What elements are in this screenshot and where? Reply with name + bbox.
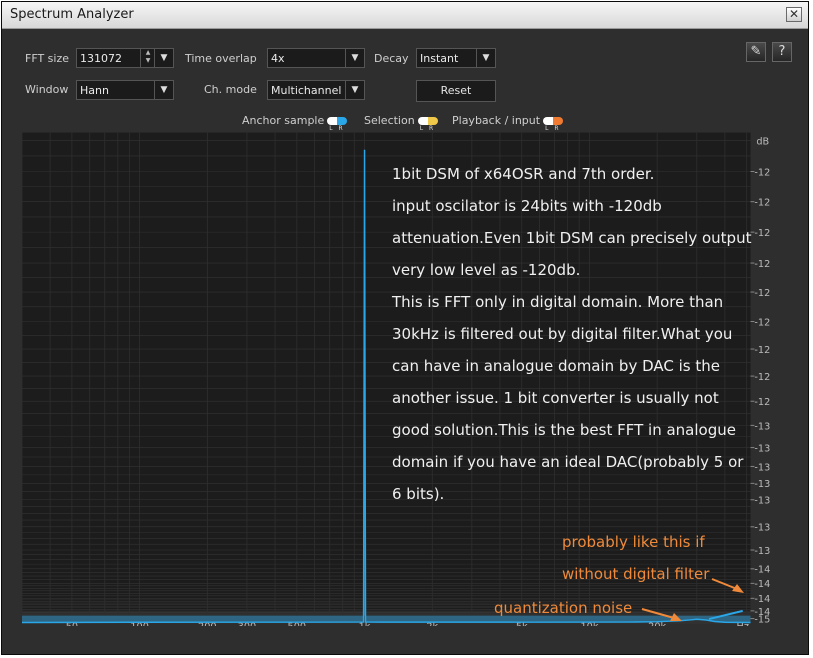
arrow-1-head	[732, 584, 744, 593]
chevron-down-icon[interactable]: ▼	[154, 81, 173, 99]
chevron-down-icon[interactable]: ▼	[154, 49, 173, 67]
window-fn-label: Window	[25, 83, 69, 96]
annotation-orange-1: probably like this if	[562, 533, 705, 551]
window-title: Spectrum Analyzer	[10, 7, 134, 22]
ch-mode-label: Ch. mode	[204, 83, 257, 96]
annotation-line: 1bit DSM of x64OSR and 7th order.	[392, 165, 655, 183]
chevron-down-icon[interactable]: ▼	[345, 49, 364, 67]
help-icon[interactable]: ?	[772, 42, 792, 62]
selection-color-swatch[interactable]: L R	[417, 117, 438, 132]
y-tick-label: -136	[754, 523, 770, 534]
decay-select[interactable]: Instant ▼	[416, 48, 496, 68]
reset-button[interactable]: Reset	[416, 80, 496, 102]
window-fn-select[interactable]: Hann ▼	[76, 80, 174, 100]
time-overlap-value: 4x	[271, 52, 285, 65]
annotation-line: good solution.This is the best FFT in an…	[392, 421, 736, 439]
annotation-text: 1bit DSM of x64OSR and 7th order. input o…	[392, 158, 772, 510]
decay-label: Decay	[374, 52, 409, 65]
arrow-2-line	[641, 608, 675, 619]
fft-size-spinner[interactable]: ▲ ▼	[140, 49, 155, 67]
annotation-line: another issue. 1 bit converter is usuall…	[392, 389, 719, 407]
y-tick-label: -138	[754, 546, 770, 557]
annotation-line: very low level as -120db.	[392, 261, 581, 279]
chevron-down-icon[interactable]: ▼	[345, 81, 364, 99]
title-bar[interactable]: Spectrum Analyzer ✕	[2, 2, 808, 29]
wrench-icon[interactable]: ✎	[746, 42, 766, 62]
legend-label: Playback / input	[452, 114, 541, 127]
annotation-line: input oscilator is 24bits with -120db	[392, 197, 662, 215]
arrow-1-line	[711, 578, 738, 590]
annotation-line: This is FFT only in digital domain. More…	[392, 293, 724, 311]
legend-playback-input[interactable]: Playback / input L R	[452, 114, 564, 132]
decay-value: Instant	[420, 52, 459, 65]
annotation-line: 6 bits).	[392, 485, 445, 503]
annotation-line: attenuation.Even 1bit DSM can precisely …	[392, 229, 752, 247]
fft-size-combo[interactable]: 131072 ▲ ▼ ▼	[76, 48, 174, 68]
legend-label: Selection	[364, 114, 415, 127]
close-icon[interactable]: ✕	[786, 7, 802, 22]
time-overlap-select[interactable]: 4x ▼	[267, 48, 365, 68]
fft-size-label: FFT size	[25, 52, 70, 65]
chevron-down-icon[interactable]: ▼	[476, 49, 495, 67]
spectrum-analyzer-window: Spectrum Analyzer ✕ FFT size 131072 ▲ ▼ ▼…	[1, 1, 809, 655]
window-fn-value: Hann	[80, 84, 109, 97]
annotation-line: 30kHz is filtered out by digital filter.…	[392, 325, 733, 343]
playback-color-swatch[interactable]: L R	[543, 117, 564, 132]
y-unit-label: dB	[756, 136, 769, 147]
annotation-line: can have in analogue domain by DAC is th…	[392, 357, 720, 375]
anchor-color-swatch[interactable]: L R	[327, 117, 348, 132]
ch-mode-select[interactable]: Multichannel ▼	[267, 80, 365, 100]
ch-mode-value: Multichannel	[271, 84, 342, 97]
annotation-line: domain if you have an ideal DAC(probably…	[392, 453, 744, 471]
legend-selection[interactable]: Selection L R	[364, 114, 438, 132]
legend-anchor-sample[interactable]: Anchor sample L R	[242, 114, 348, 132]
fft-size-value: 131072	[80, 52, 122, 65]
legend-label: Anchor sample	[242, 114, 325, 127]
annotation-arrows	[641, 578, 744, 621]
time-overlap-label: Time overlap	[185, 52, 257, 65]
